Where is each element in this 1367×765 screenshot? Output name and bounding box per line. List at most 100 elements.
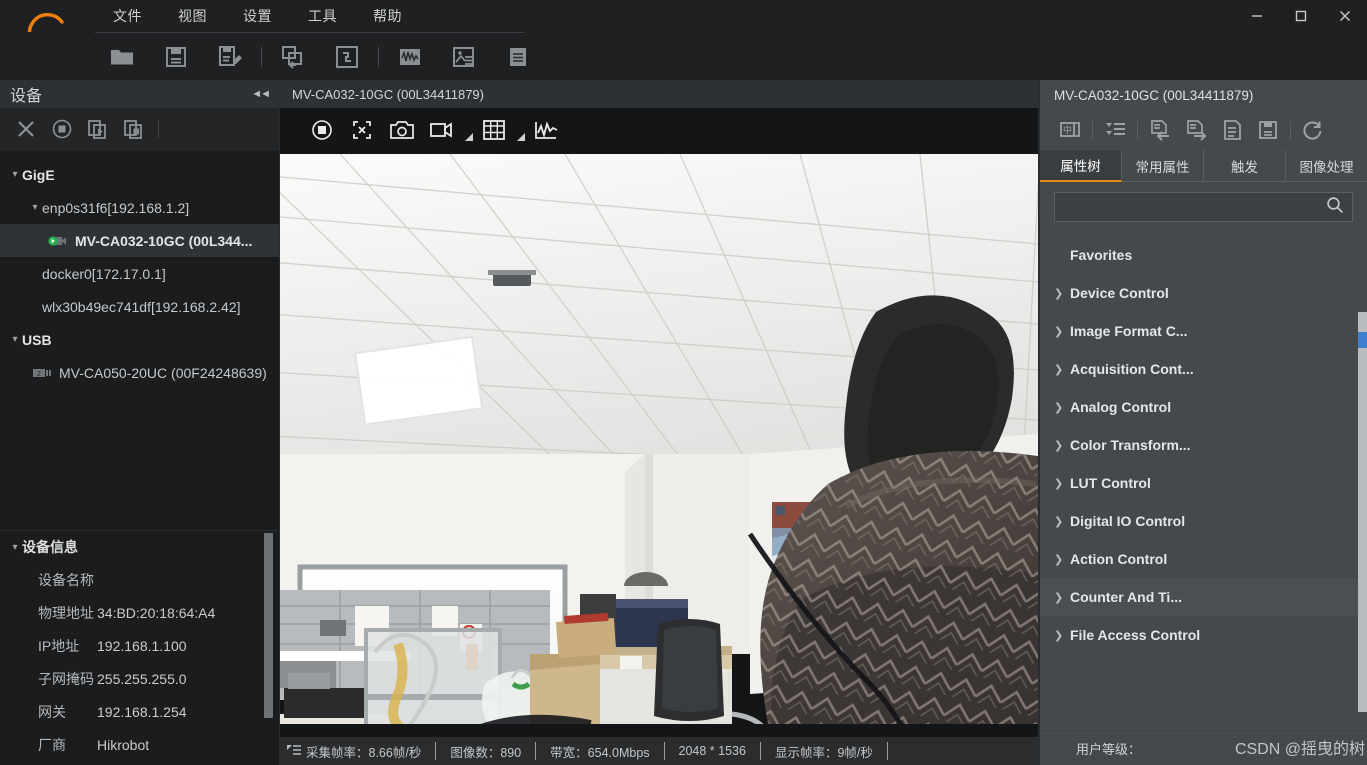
chevron-down-icon[interactable]: ▾ (8, 334, 22, 345)
property-group-lut-control[interactable]: ❯ LUT Control (1040, 464, 1367, 502)
tree-node-usb[interactable]: ▾ USB (0, 323, 279, 356)
tree-node-docker0[interactable]: docker0[172.17.0.1] (0, 257, 279, 290)
chevron-right-icon[interactable]: ❯ (1054, 363, 1070, 376)
save-as-icon[interactable] (203, 36, 257, 78)
crosshair-roi-icon[interactable] (342, 113, 382, 147)
tree-node-mv-ca032-10gc[interactable]: MV-CA032-10GC (00L344... (0, 224, 279, 257)
property-group-counter-and-timer-control[interactable]: ❯ Counter And Ti... (1040, 578, 1367, 616)
window-controls (1235, 0, 1367, 32)
camera-connected-icon (48, 234, 68, 248)
property-group-favorites[interactable]: Favorites (1040, 236, 1367, 274)
property-list-scrollbar-thumb[interactable] (1358, 332, 1367, 348)
image-report-icon[interactable] (437, 36, 491, 78)
device-info-row: 物理地址 34:BD:20:18:64:A4 (0, 596, 279, 629)
log-list-icon[interactable] (491, 36, 545, 78)
property-group-image-format-control[interactable]: ❯ Image Format C... (1040, 312, 1367, 350)
collapse-left-icon[interactable]: ◄◄ (251, 88, 271, 100)
chevron-right-icon[interactable]: ❯ (1054, 325, 1070, 338)
import-params-icon[interactable] (1142, 115, 1178, 145)
chevron-down-icon[interactable]: ▾ (8, 542, 22, 553)
menu-view[interactable]: 视图 (160, 2, 225, 30)
tree-node-enp0s31f6[interactable]: ▾ enp0s31f6[192.168.1.2] (0, 191, 279, 224)
open-folder-icon[interactable] (95, 36, 149, 78)
device-info-title-label: 设备信息 (22, 539, 78, 555)
watermark-text: CSDN @摇曳的树 (1234, 741, 1365, 758)
svg-text:中: 中 (1063, 124, 1072, 135)
save-file-icon[interactable] (1250, 115, 1286, 145)
preview-header-title: MV-CA032-10GC (00L34411879) (292, 86, 484, 102)
tree-node-gige[interactable]: ▾ GigE (0, 158, 279, 191)
chevron-right-icon[interactable]: ❯ (1054, 515, 1070, 528)
stop-all-icon[interactable] (116, 113, 152, 145)
start-all-icon[interactable] (80, 113, 116, 145)
device-info-scrollbar[interactable] (264, 533, 273, 718)
video-viewport[interactable] (280, 152, 1040, 737)
device-info-key: IP地址 (38, 637, 80, 654)
tab-property-tree[interactable]: 属性树 (1040, 150, 1122, 182)
tree-node-wlx30b49ec741df[interactable]: wlx30b49ec741df[192.168.2.42] (0, 290, 279, 323)
record-video-icon[interactable] (422, 113, 462, 147)
chevron-right-icon[interactable]: ❯ (1054, 591, 1070, 604)
property-group-color-transformation-control[interactable]: ❯ Color Transform... (1040, 426, 1367, 464)
property-group-file-access-control[interactable]: ❯ File Access Control (1040, 616, 1367, 654)
device-panel-header: 设备 ◄◄ (0, 80, 279, 108)
fit-window-icon[interactable] (320, 36, 374, 78)
property-group-acquisition-control[interactable]: ❯ Acquisition Cont... (1040, 350, 1367, 388)
preview-header: MV-CA032-10GC (00L34411879) (280, 80, 1040, 108)
preview-toolbar (280, 108, 1040, 152)
menu-file[interactable]: 文件 (95, 2, 160, 30)
device-info-value: 192.168.1.254 (97, 703, 187, 720)
language-switch-icon[interactable]: 中 (1052, 115, 1088, 145)
property-group-analog-control[interactable]: ❯ Analog Control (1040, 388, 1367, 426)
grid-split-icon[interactable] (474, 113, 514, 147)
property-group-digital-io-control[interactable]: ❯ Digital IO Control (1040, 502, 1367, 540)
chevron-right-icon[interactable]: ❯ (1054, 287, 1070, 300)
svg-text:2: 2 (37, 371, 41, 378)
property-group-action-control[interactable]: ❯ Action Control (1040, 540, 1367, 578)
disconnect-icon[interactable] (8, 113, 44, 145)
snapshot-icon[interactable] (382, 113, 422, 147)
tab-image-processing[interactable]: 图像处理 (1286, 150, 1367, 182)
record-video-dropdown-icon[interactable] (462, 113, 474, 147)
load-file-icon[interactable] (1214, 115, 1250, 145)
property-group-label: Favorites (1070, 247, 1133, 263)
chevron-right-icon[interactable]: ❯ (1054, 439, 1070, 452)
search-input[interactable] (1063, 199, 1326, 215)
property-group-label: File Access Control (1070, 627, 1201, 643)
chevron-right-icon[interactable]: ❯ (1054, 553, 1070, 566)
property-group-device-control[interactable]: ❯ Device Control (1040, 274, 1367, 312)
tab-common-properties[interactable]: 常用属性 (1122, 150, 1204, 182)
menu-help[interactable]: 帮助 (355, 2, 420, 30)
stop-record-icon[interactable] (44, 113, 80, 145)
grid-split-dropdown-icon[interactable] (514, 113, 526, 147)
save-icon[interactable] (149, 36, 203, 78)
menu-tools[interactable]: 工具 (290, 2, 355, 30)
close-button[interactable] (1323, 0, 1367, 32)
expand-collapse-icon[interactable] (1097, 115, 1133, 145)
chevron-right-icon[interactable]: ❯ (1054, 401, 1070, 414)
property-panel-title: MV-CA032-10GC (00L34411879) (1054, 87, 1254, 103)
menu-settings[interactable]: 设置 (225, 2, 290, 30)
device-info-row: 厂商 Hikrobot (0, 728, 279, 761)
waveform-icon[interactable] (383, 36, 437, 78)
export-params-icon[interactable] (1178, 115, 1214, 145)
toolbar-separator-2 (378, 47, 379, 67)
tab-trigger[interactable]: 触发 (1204, 150, 1286, 182)
property-list-scrollbar[interactable] (1358, 312, 1367, 712)
stop-acquisition-icon[interactable] (302, 113, 342, 147)
device-info-title[interactable]: ▾ 设备信息 (0, 531, 279, 563)
switch-device-icon[interactable] (266, 36, 320, 78)
chevron-down-icon[interactable]: ▾ (28, 202, 42, 213)
main-toolbar (0, 32, 1367, 80)
histogram-icon[interactable] (526, 113, 566, 147)
chevron-down-icon[interactable]: ▾ (8, 169, 22, 180)
property-search-box[interactable] (1054, 192, 1353, 222)
device-tree: ▾ GigE ▾ enp0s31f6[192.168.1.2] MV-CA032… (0, 150, 279, 582)
tree-node-mv-ca050-20uc[interactable]: 2 MV-CA050-20UC (00F24248639) (0, 356, 279, 389)
chevron-right-icon[interactable]: ❯ (1054, 477, 1070, 490)
refresh-icon[interactable] (1295, 115, 1331, 145)
search-icon[interactable] (1326, 196, 1344, 219)
minimize-button[interactable] (1235, 0, 1279, 32)
chevron-right-icon[interactable]: ❯ (1054, 629, 1070, 642)
maximize-button[interactable] (1279, 0, 1323, 32)
